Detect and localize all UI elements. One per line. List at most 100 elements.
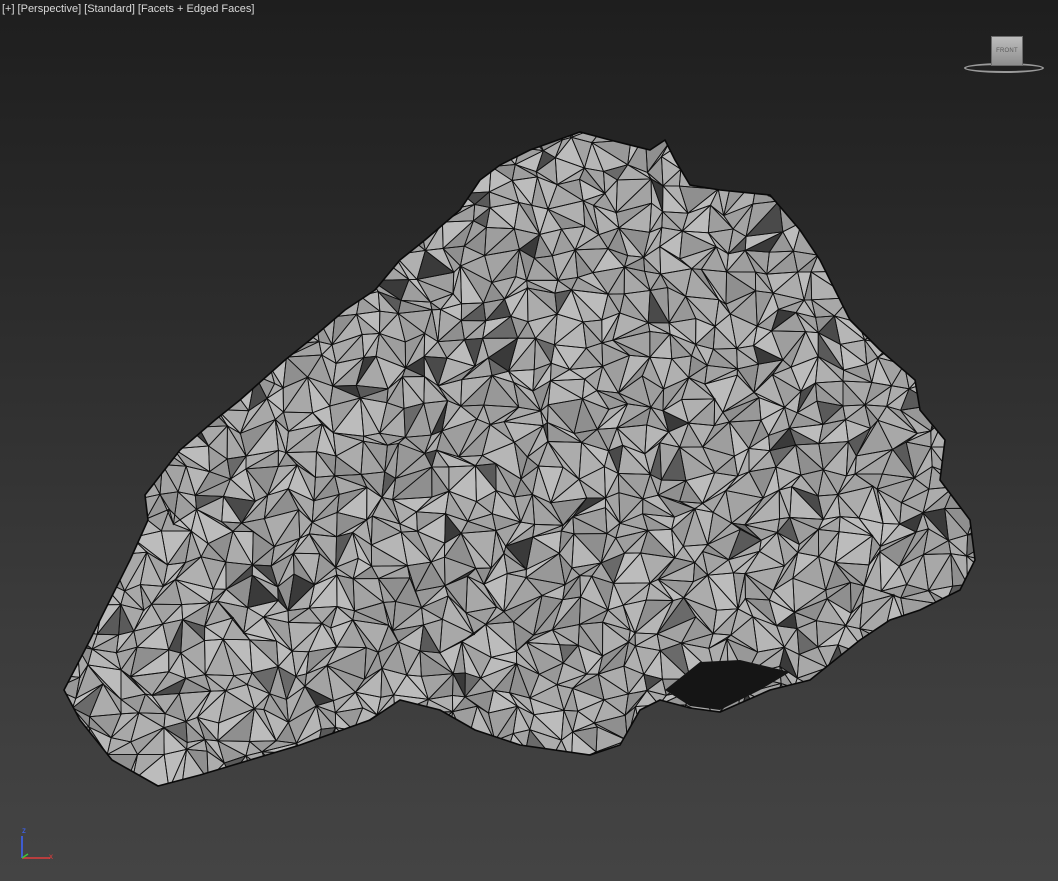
mesh-facet <box>936 377 944 407</box>
mesh-edge <box>94 304 115 329</box>
mesh-edge <box>945 698 975 722</box>
mesh-edge <box>64 142 78 170</box>
mesh-edge <box>307 147 343 171</box>
mesh-facet <box>176 270 203 288</box>
mesh-edge <box>289 182 316 215</box>
mesh-facet <box>194 132 227 141</box>
mesh-facet <box>774 683 793 723</box>
mesh-facet <box>811 202 840 227</box>
mesh-facet <box>442 146 477 170</box>
mesh-edge <box>106 258 136 280</box>
viewport-perspective[interactable]: [+] [Perspective] [Standard] [Facets + E… <box>0 0 1058 881</box>
mesh-edge <box>93 502 125 524</box>
mesh-facet <box>340 784 364 786</box>
mesh-facet <box>864 132 895 147</box>
mesh-edge <box>312 264 343 304</box>
mesh-facet <box>817 226 845 256</box>
mesh-facet <box>177 375 198 410</box>
mesh-edge <box>288 132 314 151</box>
mesh-edge <box>198 270 232 292</box>
mesh-facet <box>271 320 289 349</box>
mesh-edge <box>414 132 455 151</box>
mesh-facet <box>114 355 148 393</box>
mesh-facet <box>158 158 181 191</box>
mesh-edge <box>151 139 181 174</box>
mesh-edge <box>981 466 1001 500</box>
mesh-edge <box>177 354 214 376</box>
mesh-edge <box>931 619 949 655</box>
mesh-edge <box>437 188 463 213</box>
mesh-edge <box>271 316 290 345</box>
mesh-facet <box>928 360 960 383</box>
mesh-edge <box>839 188 862 218</box>
mesh-edge <box>290 132 315 151</box>
mesh-facet <box>924 619 948 655</box>
mesh-edge <box>424 187 439 216</box>
mesh-edge <box>404 132 416 150</box>
mesh-facet <box>642 704 675 744</box>
mesh-facet <box>294 265 320 304</box>
mesh-facet <box>141 303 170 321</box>
mesh-edge <box>877 281 903 298</box>
mesh-edge <box>66 428 89 459</box>
mesh-facet <box>877 179 902 208</box>
mesh-edge <box>304 222 341 251</box>
mesh-facet <box>903 223 930 259</box>
mesh-facet <box>376 165 399 194</box>
mesh-facet <box>844 239 874 254</box>
mesh-facet <box>87 397 126 433</box>
mesh-edge <box>249 132 272 142</box>
mesh-facet <box>249 313 275 349</box>
mesh-facet <box>66 781 87 786</box>
mesh-facet <box>244 226 274 258</box>
mesh-edge <box>64 167 93 194</box>
mesh-facet <box>739 780 761 786</box>
mesh-edge <box>179 142 197 174</box>
mesh-facet <box>903 651 937 679</box>
mesh-facet <box>177 408 211 428</box>
mesh-facet <box>263 257 295 281</box>
mesh-facet <box>425 188 454 212</box>
mesh-edge <box>353 222 373 252</box>
mesh-facet <box>336 192 365 201</box>
mesh-edge <box>119 421 144 447</box>
mesh-edge <box>629 132 646 141</box>
mesh-facet <box>727 132 755 135</box>
mesh-edge <box>64 277 67 298</box>
mesh-edge <box>64 597 71 630</box>
mesh-edge <box>263 271 296 305</box>
rock-mesh[interactable] <box>0 0 1058 881</box>
mesh-edge <box>129 226 165 255</box>
mesh-facet <box>842 750 867 786</box>
mesh-facet <box>288 141 314 167</box>
mesh-facet <box>71 471 99 495</box>
mesh-edge <box>248 313 276 351</box>
mesh-facet <box>935 132 951 144</box>
mesh-edge <box>929 133 952 172</box>
mesh-facet <box>959 340 968 366</box>
mesh-facet <box>86 785 126 786</box>
mesh-facet <box>250 132 272 142</box>
mesh-facet <box>222 132 254 139</box>
mesh-facet <box>839 146 865 156</box>
mesh-edge <box>65 295 96 327</box>
mesh-facet <box>869 142 895 164</box>
mesh-facet <box>70 494 95 513</box>
mesh-facet <box>903 223 931 262</box>
mesh-edge <box>64 463 73 498</box>
mesh-edge <box>242 226 275 258</box>
mesh-facet <box>905 715 927 744</box>
mesh-facet <box>112 134 147 167</box>
mesh-facet <box>916 207 937 236</box>
mesh-facet <box>943 377 975 407</box>
mesh-facet <box>307 147 335 171</box>
mesh-facet <box>92 411 126 433</box>
mesh-facet <box>79 186 92 201</box>
mesh-edge <box>140 210 163 229</box>
mesh-facet <box>877 274 905 297</box>
mesh-facet <box>395 779 431 786</box>
mesh-edge <box>970 631 975 654</box>
mesh-facet <box>64 406 78 429</box>
mesh-edge <box>271 319 290 350</box>
mesh-edge <box>132 133 163 171</box>
